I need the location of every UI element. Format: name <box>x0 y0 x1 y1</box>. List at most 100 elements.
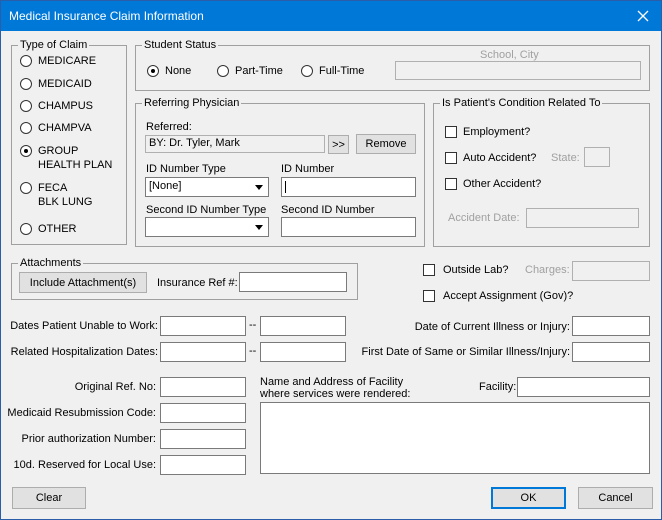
referred-label: Referred: <box>146 121 192 133</box>
checkbox-indicator <box>423 290 435 302</box>
insurance-ref-label: Insurance Ref #: <box>157 277 238 289</box>
radio-indicator <box>147 65 159 77</box>
claim-champva-radio[interactable]: CHAMPVA <box>20 121 92 135</box>
title-bar: Medical Insurance Claim Information <box>1 1 661 31</box>
accept-assignment-checkbox[interactable]: Accept Assignment (Gov)? <box>423 290 573 302</box>
other-accident-checkbox[interactable]: Other Accident? <box>445 178 541 190</box>
dialog-window: Medical Insurance Claim Information Type… <box>0 0 662 520</box>
condition-related-legend: Is Patient's Condition Related To <box>442 97 601 109</box>
outside-lab-checkbox[interactable]: Outside Lab? <box>423 264 508 276</box>
date-separator: -- <box>249 345 257 357</box>
other-accident-label: Other Accident? <box>463 178 542 190</box>
chevron-down-icon <box>251 219 267 235</box>
radio-indicator <box>217 65 229 77</box>
employment-label: Employment? <box>463 126 531 138</box>
close-icon <box>637 10 649 22</box>
claim-option-label: MEDICARE <box>38 55 97 67</box>
auto-accident-label: Auto Accident? <box>463 152 537 164</box>
checkbox-indicator <box>445 178 457 190</box>
id-number-type-select[interactable]: [None] <box>145 177 269 197</box>
student-part-time-radio[interactable]: Part-Time <box>217 64 283 78</box>
chevron-down-icon <box>251 179 267 195</box>
include-attachments-button[interactable]: Include Attachment(s) <box>19 272 147 293</box>
current-illness-input[interactable] <box>572 316 650 336</box>
checkbox-indicator <box>423 264 435 276</box>
hospitalization-label: Related Hospitalization Dates: <box>10 346 158 358</box>
first-date-input[interactable] <box>572 342 650 362</box>
reserved-local-use-label: 10d. Reserved for Local Use: <box>13 459 156 471</box>
claim-champus-radio[interactable]: CHAMPUS <box>20 99 93 113</box>
hospitalization-from-input[interactable] <box>160 342 246 362</box>
student-option-label: Part-Time <box>235 65 283 77</box>
school-city-label: School, City <box>480 49 539 61</box>
referring-physician-legend: Referring Physician <box>144 97 240 109</box>
browse-physician-button[interactable]: >> <box>328 135 349 154</box>
charges-label: Charges: <box>525 264 570 276</box>
radio-indicator <box>20 78 32 90</box>
clear-button[interactable]: Clear <box>12 487 86 509</box>
facility-address-label-line2: where services were rendered: <box>260 388 411 400</box>
student-option-label: Full-Time <box>319 65 365 77</box>
claim-group-health-plan-radio[interactable]: GROUP HEALTH PLAN <box>20 144 112 172</box>
accident-date-input[interactable] <box>526 208 639 228</box>
claim-option-line2: HEALTH PLAN <box>38 159 113 171</box>
student-full-time-radio[interactable]: Full-Time <box>301 64 364 78</box>
student-option-label: None <box>165 65 192 77</box>
id-number-input[interactable] <box>281 177 416 197</box>
radio-indicator <box>20 122 32 134</box>
claim-option-label: FECA BLK LUNG <box>38 181 92 209</box>
charges-input[interactable] <box>572 261 650 281</box>
referred-physician-field: BY: Dr. Tyler, Mark <box>145 135 325 153</box>
employment-checkbox[interactable]: Employment? <box>445 126 530 138</box>
student-none-radio[interactable]: None <box>147 64 191 78</box>
current-illness-label: Date of Current Illness or Injury: <box>414 321 570 333</box>
claim-option-label: CHAMPVA <box>38 122 92 134</box>
claim-other-radio[interactable]: OTHER <box>20 222 77 236</box>
school-city-input[interactable] <box>395 61 641 80</box>
claim-option-line1: GROUP <box>38 145 79 157</box>
cancel-button[interactable]: Cancel <box>578 487 653 509</box>
state-input[interactable] <box>584 147 610 167</box>
accident-date-label: Accident Date: <box>448 212 520 224</box>
claim-medicare-radio[interactable]: MEDICARE <box>20 54 96 68</box>
second-id-input[interactable] <box>281 217 416 237</box>
ok-button[interactable]: OK <box>491 487 566 509</box>
facility-address-textarea[interactable] <box>260 402 650 474</box>
close-button[interactable] <box>625 1 661 31</box>
radio-indicator <box>20 55 32 67</box>
claim-option-label: OTHER <box>38 223 77 235</box>
student-status-legend: Student Status <box>144 39 217 51</box>
hospitalization-to-input[interactable] <box>260 342 346 362</box>
medicaid-resubmission-input[interactable] <box>160 403 246 423</box>
remove-physician-button[interactable]: Remove <box>356 134 416 154</box>
insurance-ref-input[interactable] <box>239 272 347 292</box>
checkbox-indicator <box>445 126 457 138</box>
auto-accident-checkbox[interactable]: Auto Accident? <box>445 152 536 164</box>
facility-label: Facility: <box>479 381 517 393</box>
attachments-legend: Attachments <box>20 257 82 269</box>
original-ref-input[interactable] <box>160 377 246 397</box>
radio-indicator <box>301 65 313 77</box>
id-number-type-value: [None] <box>149 180 182 192</box>
outside-lab-label: Outside Lab? <box>443 264 509 276</box>
type-of-claim-legend: Type of Claim <box>20 39 88 51</box>
radio-indicator <box>20 182 32 194</box>
unable-to-work-from-input[interactable] <box>160 316 246 336</box>
checkbox-indicator <box>445 152 457 164</box>
unable-to-work-to-input[interactable] <box>260 316 346 336</box>
second-id-label: Second ID Number <box>281 204 375 216</box>
claim-option-label: CHAMPUS <box>38 100 94 112</box>
reserved-local-use-input[interactable] <box>160 455 246 475</box>
original-ref-label: Original Ref. No: <box>74 381 156 393</box>
facility-input[interactable] <box>517 377 650 397</box>
claim-feca-radio[interactable]: FECA BLK LUNG <box>20 181 92 209</box>
prior-authorization-input[interactable] <box>160 429 246 449</box>
claim-option-label: MEDICAID <box>38 78 92 90</box>
id-number-label: ID Number <box>281 163 335 175</box>
second-id-type-label: Second ID Number Type <box>146 204 267 216</box>
claim-option-line2: BLK LUNG <box>38 196 93 208</box>
second-id-type-select[interactable] <box>145 217 269 237</box>
window-title: Medical Insurance Claim Information <box>9 9 204 23</box>
radio-indicator <box>20 145 32 157</box>
claim-medicaid-radio[interactable]: MEDICAID <box>20 77 92 91</box>
